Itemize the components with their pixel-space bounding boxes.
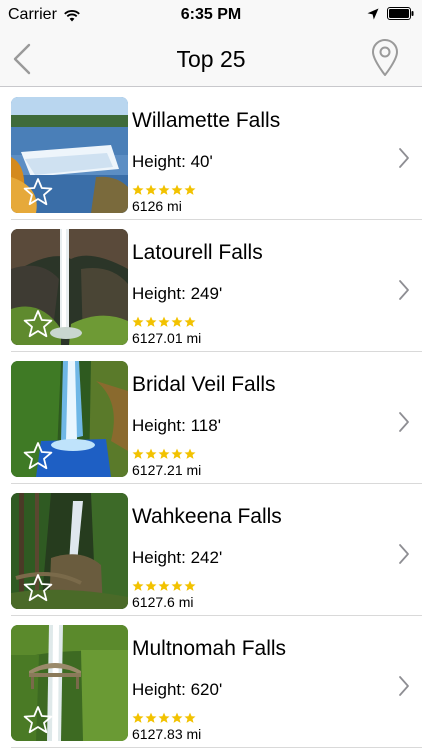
star-outline-icon[interactable] [23, 705, 53, 735]
star-rating [132, 184, 196, 196]
falls-name: Willamette Falls [132, 109, 281, 132]
falls-distance: 6127.01 mi [132, 330, 202, 346]
list-item[interactable]: Multnomah Falls Height: 620' 6127.83 mi [0, 616, 422, 748]
star-filled-icon [132, 316, 144, 327]
falls-name: Multnomah Falls [132, 637, 287, 660]
falls-distance: 6127.21 mi [132, 462, 202, 478]
chevron-right-icon [399, 676, 409, 696]
star-outline-icon[interactable] [23, 309, 53, 339]
chevron-right-icon [399, 280, 409, 300]
status-right [367, 7, 414, 20]
location-pin-icon[interactable] [370, 38, 400, 78]
star-outline-icon[interactable] [23, 177, 53, 207]
falls-thumbnail [11, 493, 128, 609]
status-bar: Carrier 6:35 PM [0, 0, 422, 30]
star-filled-icon [184, 316, 196, 327]
navigation-bar: Top 25 [0, 30, 422, 87]
falls-height: Height: 118' [132, 416, 221, 435]
star-filled-icon [184, 184, 196, 195]
falls-distance: 6127.6 mi [132, 594, 194, 610]
star-filled-icon [184, 712, 196, 723]
star-rating [132, 448, 196, 460]
chevron-right-icon [399, 544, 409, 564]
falls-name: Bridal Veil Falls [132, 373, 276, 396]
star-filled-icon [171, 580, 183, 591]
star-filled-icon [184, 448, 196, 459]
star-filled-icon [132, 448, 144, 459]
star-filled-icon [171, 712, 183, 723]
falls-thumbnail [11, 625, 128, 741]
star-filled-icon [145, 712, 157, 723]
star-filled-icon [158, 448, 170, 459]
falls-distance: 6126 mi [132, 198, 182, 214]
page-title: Top 25 [176, 46, 246, 72]
battery-icon [387, 7, 414, 20]
star-outline-icon[interactable] [23, 441, 53, 471]
falls-thumbnail [11, 361, 128, 477]
star-filled-icon [132, 712, 144, 723]
falls-height: Height: 249' [132, 284, 223, 303]
star-rating [132, 316, 196, 328]
list-item[interactable]: Latourell Falls Height: 249' 6127.01 mi [0, 220, 422, 352]
falls-height: Height: 40' [132, 152, 213, 171]
star-filled-icon [184, 580, 196, 591]
chevron-right-icon [399, 412, 409, 432]
list-item[interactable]: Wahkeena Falls Height: 242' 6127.6 mi [0, 484, 422, 616]
falls-list: Willamette Falls Height: 40' 6126 mi Lat… [0, 88, 422, 750]
falls-name: Latourell Falls [132, 241, 263, 264]
star-filled-icon [132, 580, 144, 591]
star-filled-icon [171, 184, 183, 195]
falls-height: Height: 620' [132, 680, 223, 699]
star-filled-icon [145, 448, 157, 459]
falls-name: Wahkeena Falls [132, 505, 282, 528]
star-filled-icon [171, 316, 183, 327]
star-filled-icon [132, 184, 144, 195]
star-outline-icon[interactable] [23, 573, 53, 603]
star-filled-icon [145, 580, 157, 591]
star-filled-icon [158, 712, 170, 723]
star-filled-icon [158, 184, 170, 195]
falls-thumbnail [11, 97, 128, 213]
falls-distance: 6127.83 mi [132, 726, 202, 742]
star-filled-icon [145, 316, 157, 327]
star-filled-icon [158, 316, 170, 327]
star-rating [132, 580, 196, 592]
star-rating [132, 712, 196, 724]
status-time: 6:35 PM [180, 6, 242, 23]
falls-height: Height: 242' [132, 548, 223, 567]
star-filled-icon [145, 184, 157, 195]
chevron-right-icon [399, 148, 409, 168]
falls-thumbnail [11, 229, 128, 345]
star-filled-icon [158, 580, 170, 591]
list-item[interactable]: Bridal Veil Falls Height: 118' 6127.21 m… [0, 352, 422, 484]
location-arrow-icon [367, 8, 379, 19]
star-filled-icon [171, 448, 183, 459]
list-item[interactable]: Willamette Falls Height: 40' 6126 mi [0, 88, 422, 220]
